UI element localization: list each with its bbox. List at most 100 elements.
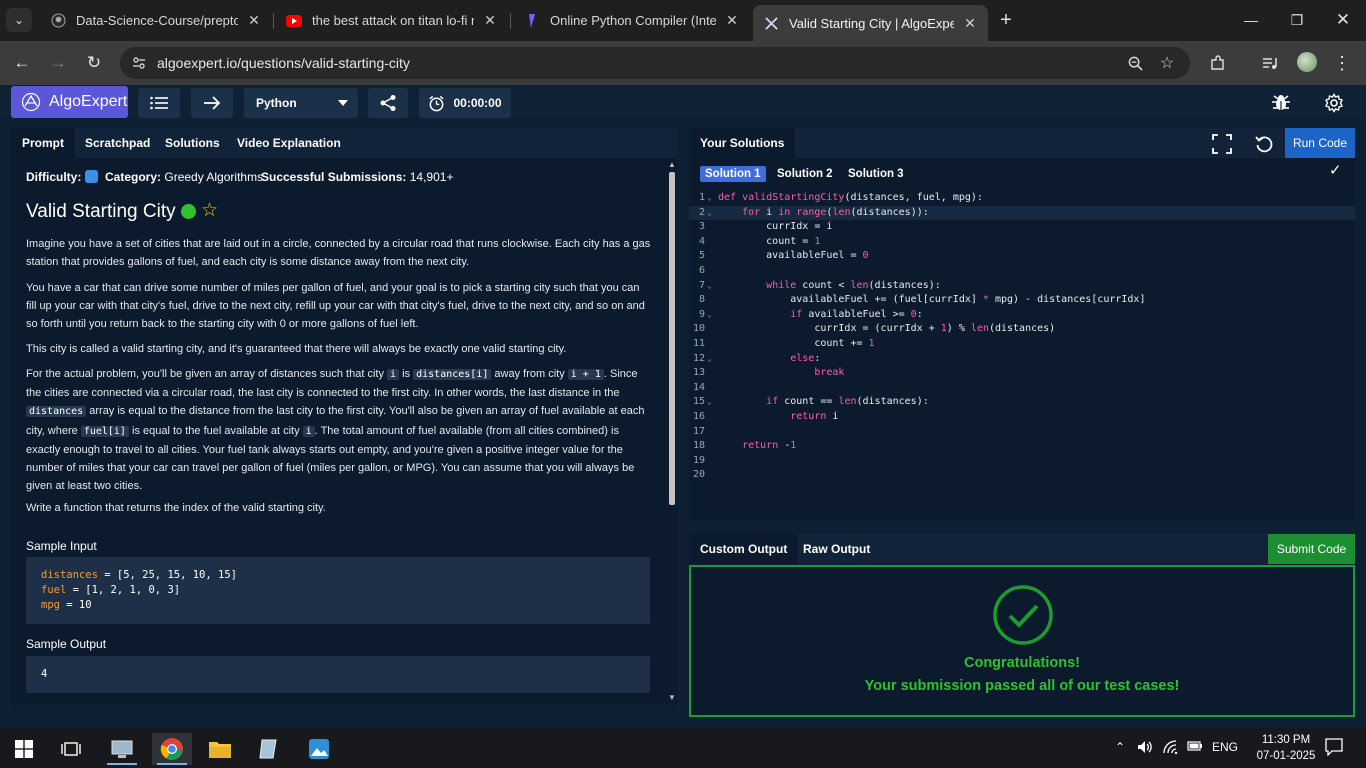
tab-title: Data-Science-Course/preptopic xyxy=(76,13,238,28)
address-bar[interactable]: algoexpert.io/questions/valid-starting-c… xyxy=(120,47,1190,79)
prompt-scrollbar[interactable]: ▲ ▼ xyxy=(667,160,677,705)
next-question-button[interactable] xyxy=(191,88,233,118)
back-arrow-icon[interactable]: ← xyxy=(8,49,36,77)
browser-tab-algoexpert[interactable]: Valid Starting City | AlgoExpert ✕ xyxy=(753,5,988,41)
bookmark-star-icon[interactable]: ☆ xyxy=(1158,54,1176,72)
code-line: 6 xyxy=(698,265,705,276)
tab-custom-output[interactable]: Custom Output xyxy=(689,534,799,564)
tab-raw-output[interactable]: Raw Output xyxy=(792,534,881,564)
submissions-label: Successful Submissions: xyxy=(261,170,407,184)
editor-panel: Your Solutions Run Code Solution 1 Solut… xyxy=(689,128,1355,521)
code-line: 11 count += 1 xyxy=(692,338,875,349)
fullscreen-icon[interactable] xyxy=(1211,133,1233,155)
prompt-paragraph-4: For the actual problem, you'll be given … xyxy=(26,368,645,493)
arrow-right-icon xyxy=(204,96,221,110)
tab-scratchpad[interactable]: Scratchpad xyxy=(74,128,161,158)
github-icon xyxy=(50,13,66,29)
reload-icon[interactable]: ↻ xyxy=(80,49,108,77)
restore-icon[interactable]: ❐ xyxy=(1274,6,1320,34)
reset-code-icon[interactable] xyxy=(1253,133,1275,155)
windows-start-icon[interactable] xyxy=(4,733,44,765)
code-line: distances = [5, 25, 15, 10, 15] xyxy=(41,569,237,581)
timer-button[interactable]: 00:00:00 xyxy=(419,88,511,118)
zoom-icon[interactable] xyxy=(1126,54,1144,72)
forward-arrow-icon[interactable]: → xyxy=(44,49,72,77)
this-pc-app-icon[interactable] xyxy=(102,733,142,765)
close-window-icon[interactable]: ✕ xyxy=(1320,6,1366,34)
sample-output-heading: Sample Output xyxy=(26,637,107,651)
code-line: 7 ⌄ while count < len(distances): xyxy=(689,279,1355,294)
submit-code-button[interactable]: Submit Code xyxy=(1268,534,1355,564)
clock[interactable]: 11:30 PM 07-01-2025 xyxy=(1254,732,1318,764)
share-button[interactable] xyxy=(368,88,408,118)
volume-icon[interactable] xyxy=(1137,740,1153,757)
code-line: 15 ⌄ if count == len(distances): xyxy=(689,395,1355,410)
settings-button[interactable] xyxy=(1314,88,1354,118)
browser-tab-github[interactable]: Data-Science-Course/preptopic ✕ xyxy=(40,5,272,36)
browser-tab-python-compiler[interactable]: Online Python Compiler (Interpreter) ✕ xyxy=(514,5,750,36)
solution-tab-1[interactable]: Solution 1 xyxy=(700,166,766,182)
left-tabs: Prompt Scratchpad Solutions Video Explan… xyxy=(11,128,677,158)
report-bug-button[interactable] xyxy=(1261,88,1301,118)
clock-time: 11:30 PM xyxy=(1261,734,1311,746)
code-line: 19 xyxy=(692,454,705,466)
fold-caret-icon: ⌄ xyxy=(707,280,712,290)
new-tab-icon[interactable]: + xyxy=(994,8,1018,32)
difficulty: Difficulty: xyxy=(26,170,98,184)
close-tab-icon[interactable]: ✕ xyxy=(482,12,498,29)
scroll-up-icon[interactable]: ▲ xyxy=(668,160,676,169)
browser-tab-youtube[interactable]: the best attack on titan lo-fi mix ✕ xyxy=(276,5,508,36)
prompt-paragraph-1: Imagine you have a set of cities that ar… xyxy=(26,238,651,269)
photos-app-icon[interactable] xyxy=(299,733,339,765)
checkmark-icon: ✓ xyxy=(1329,162,1342,179)
sample-input-heading: Sample Input xyxy=(26,539,97,553)
run-code-button[interactable]: Run Code xyxy=(1285,128,1355,158)
code-line: 1 ⌄ def validStartingCity(distances, fuel,… xyxy=(689,191,1355,206)
tab-solutions[interactable]: Solutions xyxy=(154,128,231,158)
prompt-panel: Prompt Scratchpad Solutions Video Explan… xyxy=(11,128,677,705)
show-hidden-icons-chevron-icon[interactable]: ⌃ xyxy=(1115,740,1125,754)
question-list-button[interactable] xyxy=(138,88,180,118)
windows-taskbar: ⌃ ENG 11:30 PM 07-01-2025 xyxy=(0,728,1366,768)
browser-menu-icon[interactable]: ⋮ xyxy=(1328,49,1356,77)
task-view-icon[interactable] xyxy=(51,733,91,765)
media-controls-icon[interactable] xyxy=(1256,49,1284,77)
code-line: 18 return -1 xyxy=(692,440,797,452)
battery-icon[interactable] xyxy=(1187,740,1203,755)
site-info-icon[interactable] xyxy=(130,54,148,72)
extensions-icon[interactable] xyxy=(1204,49,1232,77)
solution-tab-3[interactable]: Solution 3 xyxy=(843,166,909,182)
tab-search-chevron-icon[interactable]: ⌄ xyxy=(6,8,32,32)
tab-video-explanation[interactable]: Video Explanation xyxy=(226,128,352,158)
tab-prompt[interactable]: Prompt xyxy=(11,128,75,158)
solution-tab-2[interactable]: Solution 2 xyxy=(772,166,838,182)
programiz-icon xyxy=(524,13,540,29)
close-tab-icon[interactable]: ✕ xyxy=(246,12,262,29)
language-select[interactable]: Python xyxy=(244,88,358,118)
scroll-down-icon[interactable]: ▼ xyxy=(668,693,676,702)
clock-date: 07-01-2025 xyxy=(1256,750,1316,762)
wifi-icon[interactable] xyxy=(1163,740,1179,757)
success-message: Your submission passed all of our test c… xyxy=(864,678,1180,694)
code-line: 14 xyxy=(692,381,705,393)
notes-app-icon[interactable] xyxy=(249,733,289,765)
input-language[interactable]: ENG xyxy=(1212,740,1238,754)
chrome-app-icon[interactable] xyxy=(152,733,192,765)
profile-avatar[interactable] xyxy=(1297,52,1317,72)
file-explorer-app-icon[interactable] xyxy=(200,733,240,765)
algoexpert-logo[interactable]: AlgoExpert xyxy=(11,86,128,118)
favorite-star-icon[interactable]: ☆ xyxy=(201,199,218,222)
alarm-clock-icon xyxy=(429,95,445,111)
scrollbar-thumb[interactable] xyxy=(669,172,675,505)
success-check-icon xyxy=(993,585,1053,645)
tab-your-solutions[interactable]: Your Solutions xyxy=(689,128,796,158)
code-editor[interactable]: 1 ⌄ def validStartingCity(distances, fuel,… xyxy=(689,191,1355,491)
minimize-icon[interactable]: — xyxy=(1228,6,1274,34)
notifications-icon[interactable] xyxy=(1325,738,1343,759)
close-tab-icon[interactable]: ✕ xyxy=(962,15,978,32)
close-tab-icon[interactable]: ✕ xyxy=(724,12,740,29)
sample-input-code: distances = [5, 25, 15, 10, 15] fuel = [… xyxy=(26,557,650,624)
code-line: 13 break xyxy=(692,367,845,379)
share-icon xyxy=(380,95,396,111)
inline-code: i xyxy=(302,425,315,437)
